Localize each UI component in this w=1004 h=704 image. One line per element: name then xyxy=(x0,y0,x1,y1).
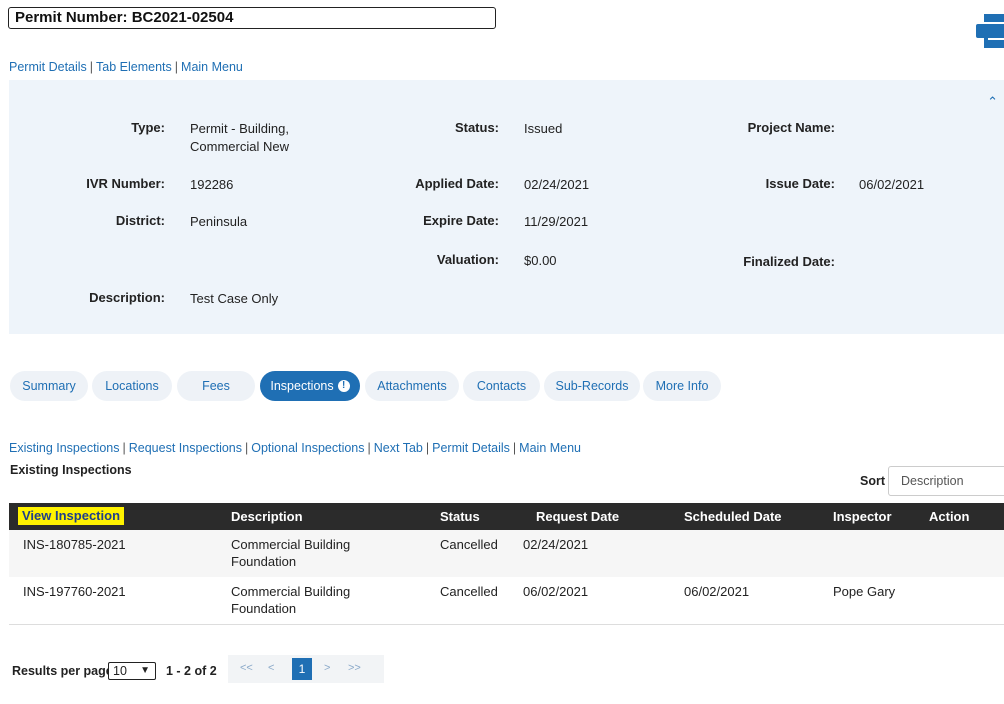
results-per-page-select[interactable]: 10 ▼ xyxy=(108,662,156,680)
link-main-menu[interactable]: Main Menu xyxy=(181,60,243,74)
type-value-line1: Permit - Building, xyxy=(190,121,289,136)
info-icon: ! xyxy=(337,379,350,392)
page-controls: << < 1 > >> xyxy=(228,655,384,683)
inspection-nav-links: Existing Inspections | Request Inspections… xyxy=(9,441,582,455)
inspection-status: Cancelled xyxy=(440,584,498,599)
top-nav-links: Permit Details | Tab Elements | Main Menu xyxy=(9,60,243,74)
inspections-table: View Inspection Description Status Reque… xyxy=(9,503,1004,625)
last-page-button[interactable]: >> xyxy=(348,662,361,674)
sort-select[interactable]: Description xyxy=(888,466,1004,496)
link-next-tab[interactable]: Next Tab xyxy=(374,441,423,455)
finalized-date-label: Finalized Date: xyxy=(743,254,835,269)
description-line2: Foundation xyxy=(231,601,297,616)
description-value: Test Case Only xyxy=(190,291,279,306)
expire-date-value: 11/29/2021 xyxy=(524,214,589,229)
permit-number-field: Permit Number: BC2021-02504 xyxy=(8,7,496,29)
header-status[interactable]: Status xyxy=(440,509,480,524)
link-tab-elements[interactable]: Tab Elements xyxy=(96,60,172,74)
table-header: View Inspection Description Status Reque… xyxy=(9,503,1004,530)
table-row: INS-180785-2021 Commercial Building Foun… xyxy=(9,530,1004,577)
link-request-inspections[interactable]: Request Inspections xyxy=(129,441,242,455)
results-range: 1 - 2 of 2 xyxy=(166,664,217,678)
next-page-button[interactable]: > xyxy=(324,662,330,674)
inspection-id-link[interactable]: INS-197760-2021 xyxy=(23,583,126,600)
chevron-down-icon: ▼ xyxy=(140,665,150,676)
inspector-link[interactable]: Pope Gary xyxy=(833,583,895,600)
tab-attachments[interactable]: Attachments xyxy=(365,371,459,401)
header-description[interactable]: Description xyxy=(231,509,303,524)
district-label: District: xyxy=(115,213,165,228)
header-view-inspection[interactable]: View Inspection xyxy=(18,507,125,525)
tab-sub-records[interactable]: Sub-Records xyxy=(544,371,640,401)
description-line1: Commercial Building xyxy=(231,537,351,552)
valuation-label: Valuation: xyxy=(436,252,499,267)
applied-date-value: 02/24/2021 xyxy=(524,177,590,192)
tab-summary[interactable]: Summary xyxy=(10,371,88,401)
header-scheduled-date[interactable]: Scheduled Date xyxy=(684,509,782,524)
current-page-button[interactable]: 1 xyxy=(292,658,312,680)
description-label: Description: xyxy=(89,290,165,305)
inspection-id-link[interactable]: INS-180785-2021 xyxy=(23,536,126,553)
per-page-value: 10 xyxy=(113,664,127,678)
expire-date-label: Expire Date: xyxy=(423,213,499,228)
description-line1: Commercial Building xyxy=(231,584,351,599)
ivr-label: IVR Number: xyxy=(86,176,165,191)
type-label: Type: xyxy=(131,120,165,135)
inspection-status: Cancelled xyxy=(440,537,498,552)
type-value-line2: Commercial New xyxy=(190,139,289,154)
tab-inspections-label: Inspections xyxy=(270,379,334,393)
section-title: Existing Inspections xyxy=(10,463,132,477)
district-value: Peninsula xyxy=(190,214,248,229)
link-optional-inspections[interactable]: Optional Inspections xyxy=(251,441,364,455)
inspection-request-date: 02/24/2021 xyxy=(523,537,589,552)
type-value: Permit - Building, Commercial New xyxy=(190,120,289,156)
tab-contacts[interactable]: Contacts xyxy=(463,371,540,401)
tab-inspections[interactable]: Inspections! xyxy=(260,371,360,401)
permit-details-panel: ⌃ Type: Permit - Building, Commercial Ne… xyxy=(9,80,1004,334)
project-name-label: Project Name: xyxy=(747,120,835,135)
tab-locations[interactable]: Locations xyxy=(92,371,172,401)
inspection-description: Commercial Building Foundation xyxy=(231,583,350,617)
chevron-up-icon[interactable]: ⌃ xyxy=(987,94,998,110)
tab-more-info[interactable]: More Info xyxy=(643,371,721,401)
inspection-request-date: 06/02/2021 xyxy=(523,584,589,599)
first-page-button[interactable]: << xyxy=(240,662,253,674)
header-action[interactable]: Action xyxy=(929,509,969,524)
applied-date-label: Applied Date: xyxy=(415,176,499,191)
print-icon[interactable] xyxy=(976,14,1004,48)
link-existing-inspections[interactable]: Existing Inspections xyxy=(9,441,119,455)
tab-fees[interactable]: Fees xyxy=(177,371,255,401)
inspection-description: Commercial Building Foundation xyxy=(231,536,350,570)
issue-date-value: 06/02/2021 xyxy=(859,177,925,192)
status-label: Status: xyxy=(454,120,499,135)
link-permit-details-2[interactable]: Permit Details xyxy=(432,441,510,455)
ivr-value: 192286 xyxy=(190,177,234,192)
issue-date-label: Issue Date: xyxy=(765,176,835,191)
prev-page-button[interactable]: < xyxy=(268,662,274,674)
header-request-date[interactable]: Request Date xyxy=(536,509,619,524)
header-inspector[interactable]: Inspector xyxy=(833,509,892,524)
results-per-page-label: Results per page xyxy=(12,664,113,678)
link-permit-details[interactable]: Permit Details xyxy=(9,60,87,74)
sort-label: Sort xyxy=(860,474,885,488)
table-row: INS-197760-2021 Commercial Building Foun… xyxy=(9,577,1004,625)
status-value: Issued xyxy=(524,121,563,136)
link-main-menu-2[interactable]: Main Menu xyxy=(519,441,581,455)
inspection-scheduled-date: 06/02/2021 xyxy=(684,584,750,599)
valuation-value: $0.00 xyxy=(524,253,557,268)
description-line2: Foundation xyxy=(231,554,297,569)
